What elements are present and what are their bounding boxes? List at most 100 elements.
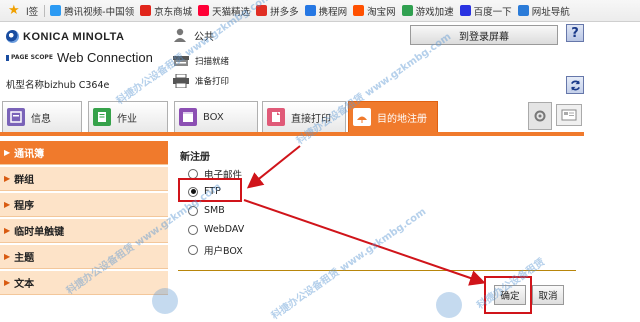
bookmark-4[interactable]: 拼多多 <box>256 4 299 18</box>
jd-icon <box>140 5 152 16</box>
print-status-text: 准备打印 <box>195 77 230 87</box>
watermark: 科捷办公设备租赁 www.gzkmbg.com <box>267 203 428 322</box>
sidebar-item-group[interactable]: ▶ 群组 <box>0 167 168 191</box>
radio-button[interactable] <box>188 224 198 235</box>
pagescope-logo: PAGE SCOPE Web Connection <box>6 50 153 65</box>
bookmark-6[interactable]: 淘宝网 <box>353 4 396 18</box>
sidebar-item-label: 主题 <box>14 253 35 264</box>
tab-label: BOX <box>203 111 224 123</box>
arrow-right-icon: ▶ <box>4 278 11 287</box>
user-info: 公共 <box>172 27 214 43</box>
radio-webdav[interactable]: WebDAV <box>188 224 244 235</box>
sidebar-item-temp-one-touch[interactable]: ▶ 临时单触键 <box>0 219 168 243</box>
pinduoduo-icon <box>256 5 268 16</box>
separator <box>44 4 46 17</box>
konica-minolta-mark-icon <box>6 30 19 43</box>
radio-label: SMB <box>204 205 225 216</box>
arrow-right-icon: ▶ <box>4 200 11 209</box>
bookmark-label: 天猫精选 <box>212 6 251 18</box>
sidebar-item-label: 临时单触键 <box>14 227 65 238</box>
ctrip-icon <box>304 5 316 16</box>
radio-user-box[interactable]: 用户BOX <box>188 243 243 257</box>
scanner-icon <box>173 56 189 66</box>
cancel-button[interactable]: 取消 <box>532 285 564 305</box>
print-status: 准备打印 <box>172 74 229 88</box>
bookmark-5[interactable]: 携程网 <box>304 4 347 18</box>
tab-info[interactable]: 信息 <box>2 101 82 133</box>
sidebar-item-program[interactable]: ▶ 程序 <box>0 193 168 217</box>
printer-icon <box>173 74 189 88</box>
bookmark-8[interactable]: 百度一下 <box>459 4 512 18</box>
baidu-icon <box>459 5 471 16</box>
scan-status: 扫描就绪 <box>172 54 229 68</box>
brand-name: KONICA MINOLTA <box>23 30 125 43</box>
bookmark-2[interactable]: 京东商城 <box>140 4 192 18</box>
radio-button[interactable] <box>188 245 198 255</box>
bookmark-3[interactable]: 天猫精选 <box>198 4 250 18</box>
bookmark-label: 网址导航 <box>531 6 570 18</box>
arrow-right-icon: ▶ <box>4 174 11 183</box>
star-icon[interactable]: ★ <box>8 3 26 18</box>
arrow-right-icon: ▶ <box>4 252 11 261</box>
product-name: Web Connection <box>56 50 153 65</box>
bookmark-0[interactable]: l签 <box>26 4 38 18</box>
sidebar-item-label: 通讯簿 <box>14 149 45 160</box>
bookmarks-bar: ★ l签 腾讯视频-中国领 京东商城 天猫精选 拼多多 携程网 淘宝网 游戏加速… <box>0 0 640 22</box>
watermark-text: 科捷办公设备租赁 <box>269 267 342 322</box>
bookmark-label: l签 <box>26 6 39 18</box>
tab-label: 直接打印 <box>291 113 331 125</box>
radio-label: WebDAV <box>204 224 245 235</box>
watermark-badge-icon <box>436 292 462 318</box>
tab-underline <box>0 132 584 136</box>
konica-minolta-logo: KONICA MINOLTA <box>6 30 125 43</box>
bookmark-label: 游戏加速 <box>415 6 454 18</box>
sidebar-item-label: 文本 <box>14 279 35 290</box>
bookmark-1[interactable]: 腾讯视频-中国领 <box>50 4 134 18</box>
radio-smb[interactable]: SMB <box>188 205 225 216</box>
bookmark-9[interactable]: 网址导航 <box>517 4 570 18</box>
arrow-to-ftp <box>246 145 301 189</box>
tab-label: 作业 <box>117 113 137 125</box>
bookmark-label: 淘宝网 <box>367 6 396 18</box>
game-accelerator-icon <box>401 5 413 16</box>
sidebar-item-subject[interactable]: ▶ 主题 <box>0 245 168 269</box>
web-nav-icon <box>517 5 529 16</box>
card-view-icon[interactable] <box>556 104 582 126</box>
pagescope-label: PAGE SCOPE <box>6 54 53 61</box>
tab-direct-print[interactable]: 直接打印 <box>262 101 346 133</box>
bookmark-label: 拼多多 <box>270 6 299 18</box>
radio-button[interactable] <box>188 205 198 216</box>
refresh-icon[interactable] <box>566 76 584 94</box>
ftp-annotation-box <box>178 178 242 202</box>
login-screen-button[interactable]: 到登录屏幕 <box>410 25 558 45</box>
settings-tool-icon[interactable] <box>528 102 552 130</box>
tencent-video-icon <box>50 5 62 16</box>
bookmark-7[interactable]: 游戏加速 <box>401 4 454 18</box>
user-icon <box>174 28 186 42</box>
arrow-right-icon: ▶ <box>4 148 11 157</box>
destination-icon <box>353 108 371 126</box>
radio-label: 用户BOX <box>204 246 243 257</box>
tab-destination-register[interactable]: 目的地注册 <box>348 101 438 133</box>
arrow-right-icon: ▶ <box>4 226 11 235</box>
sidebar-item-address-book[interactable]: ▶ 通讯簿 <box>0 141 168 165</box>
taobao-icon <box>353 5 365 16</box>
sidebar-item-label: 群组 <box>14 175 35 186</box>
job-icon <box>93 108 111 126</box>
user-name: 公共 <box>194 31 214 43</box>
new-registration-title: 新注册 <box>180 152 210 163</box>
bookmark-label: 百度一下 <box>473 6 512 18</box>
tab-box[interactable]: BOX <box>174 101 258 133</box>
watermark-url: www.gzkmbg.com <box>338 206 429 275</box>
help-icon[interactable]: ? <box>566 24 584 42</box>
box-icon <box>179 108 197 126</box>
tab-job[interactable]: 作业 <box>88 101 168 133</box>
divider <box>178 270 576 271</box>
bookmark-label: 京东商城 <box>154 6 193 18</box>
sidebar-item-text[interactable]: ▶ 文本 <box>0 271 168 295</box>
bookmark-label: 腾讯视频-中国领 <box>64 6 135 18</box>
scan-status-text: 扫描就绪 <box>195 57 230 67</box>
ok-annotation-box <box>484 276 532 314</box>
direct-print-icon <box>267 108 285 126</box>
sidebar-item-label: 程序 <box>14 201 35 212</box>
